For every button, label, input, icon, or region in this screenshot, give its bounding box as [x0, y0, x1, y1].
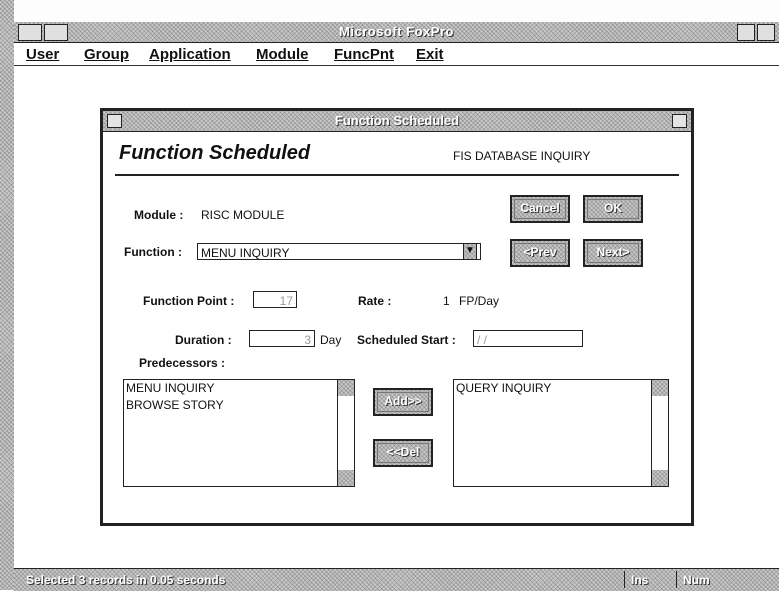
app-titlebar[interactable]: Microsoft FoxPro	[14, 22, 779, 43]
function-point-label: Function Point :	[143, 294, 235, 308]
function-point-field[interactable]: 17	[253, 291, 297, 308]
module-label: Module :	[134, 208, 184, 222]
menu-group[interactable]: Group	[84, 46, 129, 63]
menu-application[interactable]: Application	[149, 46, 231, 63]
scroll-down-icon[interactable]	[338, 470, 354, 486]
next-button[interactable]: Next>	[583, 239, 643, 267]
chevron-down-icon[interactable]: ▼	[463, 243, 477, 260]
rate-unit: FP/Day	[459, 294, 500, 308]
scheduled-start-field[interactable]: / /	[473, 330, 583, 347]
status-num: Num	[676, 571, 736, 588]
menu-module[interactable]: Module	[256, 46, 309, 63]
predecessors-list[interactable]: QUERY INQUIRY	[453, 379, 669, 487]
menu-exit[interactable]: Exit	[416, 46, 444, 63]
minimize-icon[interactable]	[737, 24, 755, 41]
menu-funcpnt[interactable]: FuncPnt	[334, 46, 394, 63]
scroll-up-icon[interactable]	[338, 380, 354, 396]
window-left-border	[0, 0, 14, 590]
list-item[interactable]: BROWSE STORY	[124, 397, 354, 414]
app-title: Microsoft FoxPro	[339, 24, 454, 39]
dialog-title: Function Scheduled	[334, 113, 460, 128]
maximize-icon[interactable]	[757, 24, 775, 41]
list-item[interactable]: QUERY INQUIRY	[454, 380, 668, 397]
right-list-scrollbar[interactable]	[651, 380, 668, 486]
scroll-up-icon[interactable]	[652, 380, 668, 396]
rate-value: 1	[443, 294, 450, 308]
status-bar: Selected 3 records in 0.05 seconds Ins N…	[14, 568, 779, 591]
ok-button[interactable]: OK	[583, 195, 643, 223]
dialog-subheading: FIS DATABASE INQUIRY	[453, 149, 591, 163]
duration-field[interactable]: 3	[249, 330, 315, 347]
duration-unit: Day	[320, 333, 342, 347]
module-value: RISC MODULE	[201, 208, 285, 222]
function-scheduled-dialog: Function Scheduled Function Scheduled FI…	[100, 108, 694, 526]
dialog-titlebar[interactable]: Function Scheduled	[103, 111, 691, 132]
list-item[interactable]: MENU INQUIRY	[124, 380, 354, 397]
cancel-button[interactable]: Cancel	[510, 195, 570, 223]
add-button[interactable]: Add>>	[373, 388, 433, 416]
function-select[interactable]: MENU INQUIRY	[197, 243, 481, 260]
menu-user[interactable]: User	[26, 46, 59, 63]
menu-bar: User Group Application Module FuncPnt Ex…	[14, 43, 779, 66]
duration-label: Duration :	[175, 333, 232, 347]
status-ins: Ins	[624, 571, 676, 588]
dialog-minimize-icon[interactable]	[672, 114, 687, 128]
available-list[interactable]: MENU INQUIRY BROWSE STORY	[123, 379, 355, 487]
left-list-scrollbar[interactable]	[337, 380, 354, 486]
function-label: Function :	[124, 245, 182, 259]
scheduled-start-label: Scheduled Start :	[357, 333, 456, 347]
status-message: Selected 3 records in 0.05 seconds	[26, 573, 226, 587]
predecessors-label: Predecessors :	[139, 356, 226, 370]
prev-button[interactable]: <Prev	[510, 239, 570, 267]
rate-label: Rate :	[358, 294, 392, 308]
header-divider	[115, 174, 679, 176]
scroll-down-icon[interactable]	[652, 470, 668, 486]
dialog-heading: Function Scheduled	[119, 142, 311, 164]
del-button[interactable]: <<Del	[373, 439, 433, 467]
